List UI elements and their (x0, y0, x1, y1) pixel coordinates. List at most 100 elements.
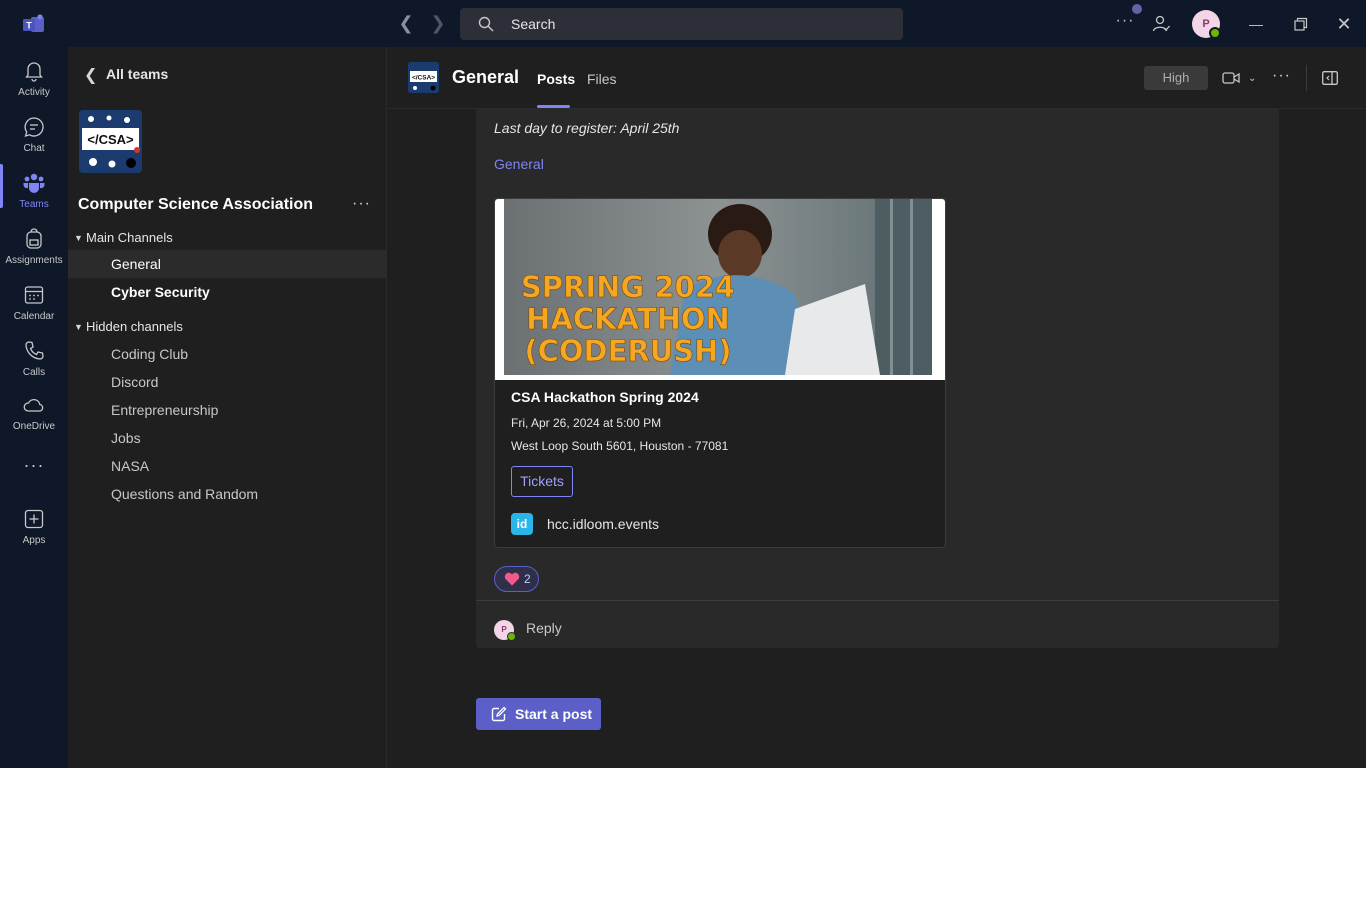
event-date: Fri, Apr 26, 2024 at 5:00 PM (511, 416, 662, 430)
tab-posts[interactable]: Posts (537, 71, 575, 87)
channel-label: Entrepreneurship (111, 402, 219, 418)
chevron-down-icon[interactable]: ⌄ (1248, 73, 1256, 84)
team-logo-graphic: </CSA> (79, 110, 142, 173)
group-label: Hidden channels (86, 319, 183, 334)
channel-entrepreneurship[interactable]: Entrepreneurship (68, 396, 386, 424)
plus-square-icon (24, 509, 44, 529)
channel-label: Jobs (111, 430, 141, 446)
idloom-logo-icon: id (511, 513, 533, 535)
backpack-icon (26, 228, 42, 249)
calendar-icon (24, 286, 44, 304)
rail-item-calendar[interactable]: Calendar (0, 275, 68, 327)
chevron-left-icon: ❮ (84, 67, 98, 84)
channel-label: Discord (111, 374, 159, 390)
rail-more-apps[interactable]: ··· (0, 447, 68, 483)
post-card: Last day to register: April 25th General (476, 109, 1279, 648)
search-input[interactable]: Search (460, 8, 903, 40)
presence-available-icon (507, 632, 516, 641)
rail-label: OneDrive (12, 421, 56, 432)
rail-item-activity[interactable]: Activity (0, 51, 68, 103)
channel-more-icon[interactable]: ··· (1272, 67, 1291, 85)
quality-button[interactable]: High (1144, 66, 1208, 90)
event-link-preview[interactable]: SPRING 2024 HACKATHON (CODERUSH) CSA Hac… (494, 198, 946, 548)
bell-icon (25, 62, 43, 82)
rail-label: Calendar (13, 311, 55, 322)
channel-team-logo: </CSA> (408, 62, 439, 93)
channel-label: General (111, 256, 161, 272)
more-options-icon[interactable]: ··· (1114, 10, 1136, 32)
rail-item-assignments[interactable]: Assignments (0, 219, 68, 271)
svg-text:T: T (26, 21, 32, 31)
heart-reaction-button[interactable]: 2 (494, 566, 539, 592)
caret-down-icon: ▼ (74, 233, 83, 243)
channel-label: Questions and Random (111, 486, 259, 502)
notification-dot (1132, 4, 1142, 14)
team-more-icon[interactable]: ··· (352, 195, 371, 213)
more-icon: ··· (23, 455, 45, 475)
event-address: West Loop South 5601, Houston - 77081 (511, 439, 729, 453)
caret-down-icon: ▼ (74, 322, 83, 332)
rail-item-calls[interactable]: Calls (0, 331, 68, 383)
start-post-label: Start a post (515, 706, 593, 722)
compose-icon (491, 706, 507, 722)
event-banner-graphic: SPRING 2024 HACKATHON (CODERUSH) (504, 199, 932, 375)
restore-icon[interactable] (1288, 12, 1312, 36)
reaction-count: 2 (524, 572, 531, 586)
channel-questions-and-random[interactable]: Questions and Random (68, 480, 386, 508)
event-banner-image: SPRING 2024 HACKATHON (CODERUSH) (495, 199, 945, 380)
rail-item-chat[interactable]: Chat (0, 107, 68, 159)
rail-label: Assignments (5, 255, 63, 266)
video-camera-icon[interactable] (1222, 70, 1240, 86)
rail-item-teams[interactable]: Teams (0, 163, 68, 215)
channel-label: Coding Club (111, 346, 189, 362)
tickets-button[interactable]: Tickets (511, 466, 573, 497)
rail-label: Chat (23, 143, 45, 154)
rail-label: Calls (22, 367, 46, 378)
reply-button[interactable]: Reply (526, 620, 562, 636)
group-main-channels[interactable]: ▼ Main Channels (74, 230, 173, 248)
search-placeholder: Search (511, 16, 556, 32)
channel-coding-club[interactable]: Coding Club (68, 340, 386, 368)
channel-discord[interactable]: Discord (68, 368, 386, 396)
presence-available-icon (1209, 27, 1221, 39)
side-panel-icon[interactable] (1322, 71, 1338, 85)
heart-icon (504, 572, 520, 586)
channel-jobs[interactable]: Jobs (68, 424, 386, 452)
post-text: Last day to register: April 25th (494, 120, 680, 136)
channel-mention-link[interactable]: General (494, 156, 544, 172)
start-post-button[interactable]: Start a post (476, 698, 601, 730)
cloud-icon (23, 399, 44, 412)
posts-feed: Last day to register: April 25th General (388, 109, 1366, 768)
channel-cyber-security[interactable]: Cyber Security (68, 278, 386, 306)
source-domain: hcc.idloom.events (547, 516, 660, 532)
close-icon[interactable]: ✕ (1332, 12, 1356, 36)
channel-header: </CSA> General Posts Files High ⌄ ··· (388, 47, 1366, 109)
channel-general[interactable]: General (68, 250, 386, 278)
rail-item-apps[interactable]: Apps (0, 499, 68, 551)
header-divider (1306, 65, 1307, 91)
team-channel-panel: ❮ All teams </CSA> Computer Science Asso… (68, 47, 387, 768)
title-bar: T ❮ ❯ Search ··· P — ✕ (0, 0, 1366, 47)
tab-files[interactable]: Files (587, 71, 617, 87)
app-bar: Activity Chat Teams Assignments Calendar… (0, 47, 68, 768)
rail-item-onedrive[interactable]: OneDrive (0, 385, 68, 437)
rail-label: Apps (22, 535, 46, 546)
channel-nasa[interactable]: NASA (68, 452, 386, 480)
all-teams-label: All teams (106, 66, 169, 82)
group-hidden-channels[interactable]: ▼ Hidden channels (74, 319, 183, 337)
minimize-icon[interactable]: — (1244, 12, 1268, 36)
teams-icon (23, 173, 45, 193)
rail-label: Activity (18, 87, 50, 98)
team-logo-text: </CSA> (87, 132, 134, 147)
people-icon[interactable] (1151, 14, 1171, 34)
team-logo: </CSA> (79, 110, 142, 173)
back-arrow-icon[interactable]: ❮ (395, 12, 417, 34)
active-tab-indicator (537, 105, 570, 108)
forward-arrow-icon[interactable]: ❯ (427, 12, 449, 34)
channel-team-logo-graphic: </CSA> (408, 62, 439, 93)
team-name: Computer Science Association (78, 196, 314, 213)
banner-line-3: (CODERUSH) (524, 334, 731, 368)
teams-logo-icon: T (23, 14, 44, 32)
group-label: Main Channels (86, 230, 173, 245)
search-icon (478, 16, 494, 32)
